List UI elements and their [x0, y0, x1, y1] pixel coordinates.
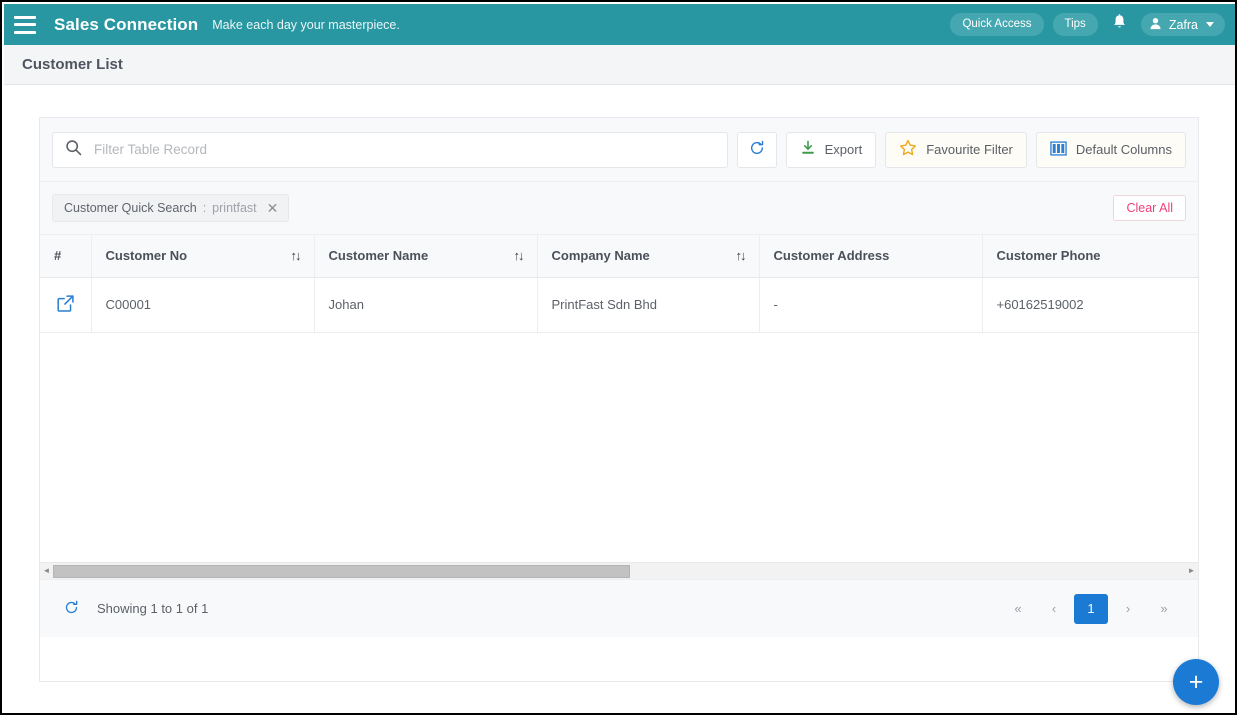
column-label-customer-phone: Customer Phone: [996, 248, 1101, 264]
pagination-first-button[interactable]: «: [1002, 594, 1034, 624]
filter-chip-label: Customer Quick Search: [64, 201, 197, 215]
table-footer: Showing 1 to 1 of 1 « ‹ 1 › »: [40, 579, 1198, 637]
column-header-customer-no[interactable]: Customer No ↑↓: [91, 235, 315, 278]
clear-all-filters-button[interactable]: Clear All: [1113, 195, 1186, 221]
filter-chip-value: printfast: [212, 201, 257, 215]
filter-chip-close-icon[interactable]: ✕: [263, 201, 283, 215]
app-brand-title: Sales Connection: [54, 14, 199, 34]
cell-customer-name: Johan: [314, 277, 538, 333]
customer-table: # Customer No ↑↓ Customer Name ↑↓ Compan…: [40, 235, 1198, 333]
open-in-new-icon[interactable]: [56, 294, 75, 315]
page-title-bar: Customer List: [4, 45, 1235, 85]
user-avatar-icon: [1149, 17, 1162, 32]
column-label-customer-address: Customer Address: [773, 248, 890, 264]
filter-search-box[interactable]: [52, 131, 728, 168]
scroll-right-arrow-icon[interactable]: ►: [1185, 567, 1198, 575]
export-button[interactable]: Export: [785, 131, 877, 168]
add-customer-fab-button[interactable]: +: [1173, 659, 1219, 705]
table-header: # Customer No ↑↓ Customer Name ↑↓ Compan…: [40, 235, 1198, 278]
footer-refresh-icon[interactable]: [64, 600, 79, 618]
content-area: Export Favourite Filter: [4, 85, 1235, 713]
cell-open-action[interactable]: [40, 277, 92, 333]
user-name-label: Zafra: [1168, 17, 1198, 32]
header-actions: Quick Access Tips Zafra: [950, 13, 1225, 36]
customer-list-card: Export Favourite Filter: [39, 117, 1199, 682]
scrollbar-thumb[interactable]: [53, 564, 631, 578]
scrollbar-track[interactable]: [53, 563, 1185, 579]
user-menu-button[interactable]: Zafra: [1140, 13, 1225, 36]
quick-access-button[interactable]: Quick Access: [950, 13, 1044, 36]
cell-customer-address: -: [759, 277, 983, 333]
default-columns-label: Default Columns: [1075, 142, 1172, 157]
column-header-customer-address[interactable]: Customer Address: [759, 235, 983, 278]
cell-company-name: PrintFast Sdn Bhd: [537, 277, 760, 333]
favourite-filter-button[interactable]: Favourite Filter: [885, 131, 1027, 168]
top-header-bar: Sales Connection Make each day your mast…: [4, 4, 1235, 45]
table-toolbar: Export Favourite Filter: [40, 118, 1198, 182]
table-scroll-container: # Customer No ↑↓ Customer Name ↑↓ Compan…: [40, 235, 1198, 579]
page-title: Customer List: [22, 56, 123, 73]
sort-updown-icon[interactable]: ↑↓: [726, 248, 747, 263]
filter-chip-separator: :: [202, 201, 207, 215]
pagination-prev-button[interactable]: ‹: [1038, 594, 1070, 624]
column-header-company-name[interactable]: Company Name ↑↓: [537, 235, 760, 278]
horizontal-scrollbar[interactable]: ◄ ►: [40, 562, 1198, 579]
column-label-company-name: Company Name: [551, 248, 650, 264]
plus-icon: +: [1188, 667, 1204, 696]
notification-bell-icon[interactable]: [1107, 14, 1132, 35]
column-header-index[interactable]: #: [40, 235, 92, 278]
table-body: C00001 Johan PrintFast Sdn Bhd - +601625…: [40, 277, 1198, 333]
column-label-customer-no: Customer No: [105, 248, 188, 264]
sort-updown-icon[interactable]: ↑↓: [281, 248, 302, 263]
column-header-customer-phone[interactable]: Customer Phone: [982, 235, 1198, 278]
pagination-page-1-button[interactable]: 1: [1074, 593, 1108, 624]
table-header-row: # Customer No ↑↓ Customer Name ↑↓ Compan…: [40, 235, 1198, 278]
pagination: « ‹ 1 › »: [1002, 593, 1180, 624]
search-icon: [65, 139, 82, 161]
refresh-table-button[interactable]: [736, 131, 777, 168]
app-window: Sales Connection Make each day your mast…: [0, 0, 1237, 715]
showing-records-text: Showing 1 to 1 of 1: [97, 601, 209, 616]
search-input[interactable]: [94, 142, 715, 157]
columns-icon: [1050, 140, 1067, 160]
tips-button[interactable]: Tips: [1052, 13, 1098, 36]
default-columns-button[interactable]: Default Columns: [1035, 131, 1186, 168]
app-tagline: Make each day your masterpiece.: [212, 17, 400, 32]
hamburger-menu-icon[interactable]: [14, 15, 36, 34]
export-label: Export: [824, 142, 863, 157]
cell-customer-no: C00001: [91, 277, 315, 333]
star-icon: [899, 139, 917, 160]
active-filters-row: Customer Quick Search : printfast ✕ Clea…: [40, 182, 1198, 235]
download-icon: [800, 140, 816, 159]
pagination-last-button[interactable]: »: [1148, 594, 1180, 624]
filter-chip-customer-quick-search[interactable]: Customer Quick Search : printfast ✕: [52, 194, 290, 222]
pagination-next-button[interactable]: ›: [1112, 594, 1144, 624]
column-label-index: #: [54, 248, 62, 264]
table-row[interactable]: C00001 Johan PrintFast Sdn Bhd - +601625…: [40, 277, 1198, 333]
column-header-customer-name[interactable]: Customer Name ↑↓: [314, 235, 538, 278]
sort-updown-icon[interactable]: ↑↓: [504, 248, 525, 263]
favourite-filter-label: Favourite Filter: [926, 142, 1013, 157]
refresh-icon: [749, 140, 765, 159]
chevron-down-icon: [1206, 22, 1214, 27]
column-label-customer-name: Customer Name: [328, 248, 429, 264]
cell-customer-phone: +60162519002: [982, 277, 1198, 333]
scroll-left-arrow-icon[interactable]: ◄: [40, 567, 53, 575]
